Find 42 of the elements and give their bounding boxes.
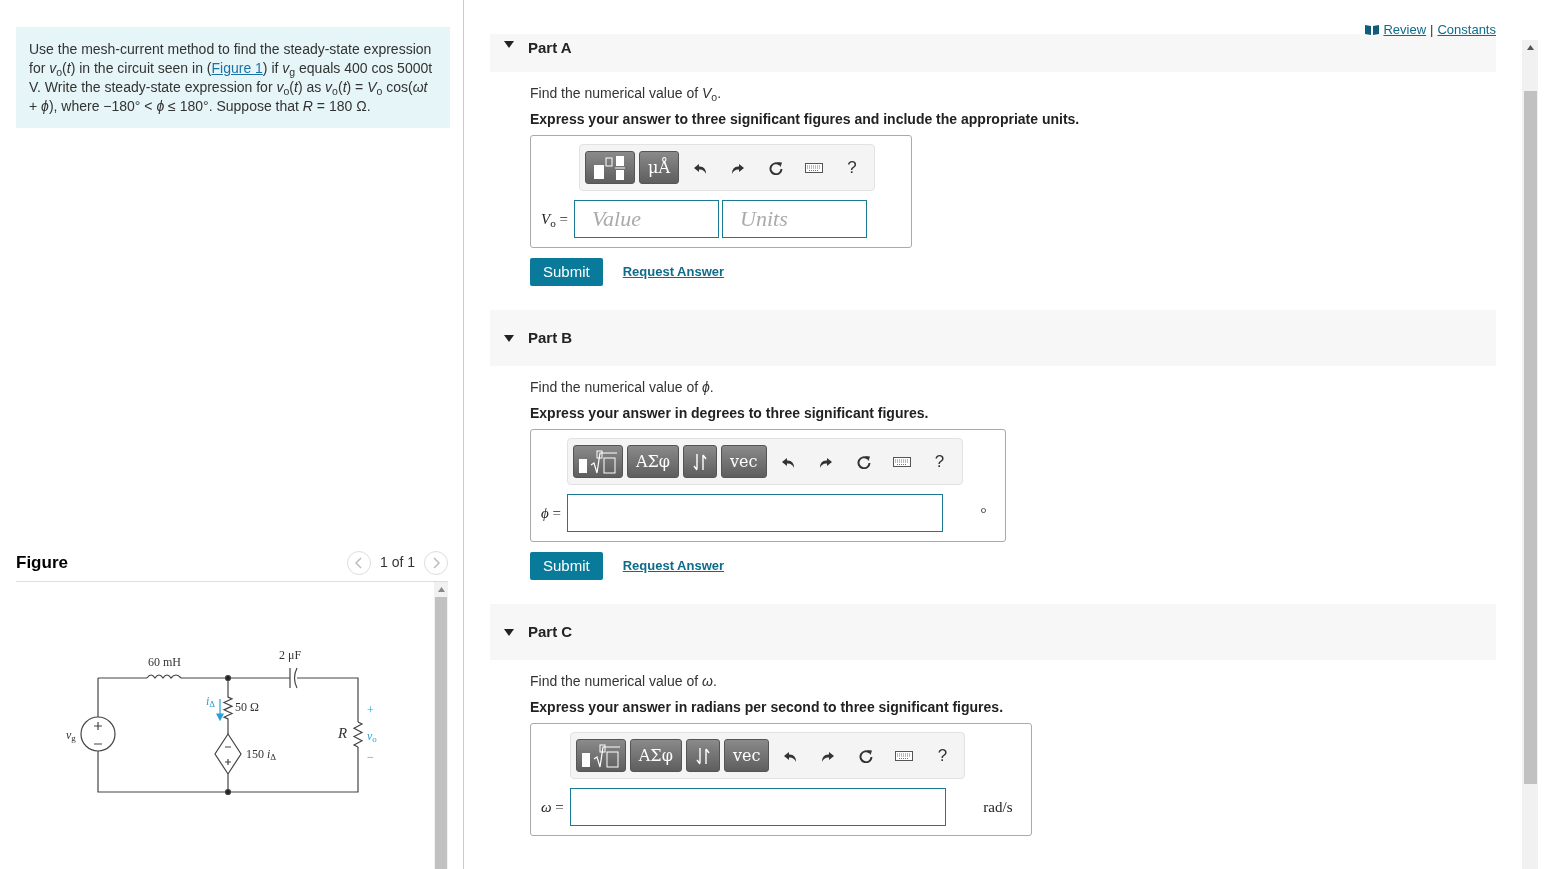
figure-heading: Figure: [16, 551, 68, 574]
answer-label: V$_{o}$ =: [541, 209, 568, 231]
symbol-button[interactable]: ΑΣφ: [629, 739, 682, 772]
capacitor-label: 2 μF: [279, 648, 302, 662]
source-label: v$_{g}$: [66, 728, 76, 742]
value-field[interactable]: Value: [574, 200, 719, 238]
symbol-button[interactable]: vec: [721, 445, 767, 478]
help-button[interactable]: ?: [834, 151, 869, 184]
source-value-label: 150 i$_{Δ}$: [246, 747, 277, 761]
question-text: Find the numerical value of ω.: [530, 672, 717, 691]
resistor-label: R: [338, 726, 348, 740]
units-field[interactable]: Units: [722, 200, 867, 238]
part-header[interactable]: Part C: [490, 604, 1496, 660]
page-counter: 1 of 1: [379, 553, 415, 572]
answer-label: ϕ =: [541, 503, 561, 523]
submit-button[interactable]: Submit: [530, 258, 603, 286]
help-button[interactable]: ?: [922, 445, 957, 478]
symbol-button[interactable]: μÅ: [639, 151, 679, 184]
problem-text: Use the mesh-current method to find the steady-state expression for v$_{o}$(t) in the circuit seen in (Figure 1) if v$_{g}$ equals 400 cos 5000t V. Write the steady-state expression for v$_{o}$(t) as v$_{o}$(t) = V$_{o}$ cos(ωt + ϕ), where −180° < ϕ ≤ 180°. Suppose that R = 180 Ω.: [16, 27, 450, 128]
request-answer-link[interactable]: Request Answer: [622, 262, 725, 282]
instruction-text: Express your answer to three significant figures and include the appropriate units.: [530, 110, 1080, 129]
question-text: Find the numerical value of ϕ.: [530, 378, 714, 397]
current-label: i$_{Δ}$: [206, 694, 216, 708]
part-header[interactable]: Part A: [490, 34, 1496, 72]
instruction-text: Express your answer in radians per second to three significant figures.: [530, 698, 1004, 717]
request-answer-link[interactable]: Request Answer: [622, 556, 725, 576]
instruction-text: Express your answer in degrees to three significant figures.: [530, 404, 929, 423]
inductor-label: 60 mH: [148, 655, 181, 669]
question-text: Find the numerical value of V$_{o}$.: [530, 84, 722, 103]
output-voltage-label: v$_{o}$: [367, 729, 377, 743]
minus-sign: −: [367, 750, 374, 764]
figure-link[interactable]: Figure 1: [211, 60, 263, 76]
help-button[interactable]: ?: [925, 739, 960, 772]
resistor-label: 50 Ω: [235, 700, 259, 714]
part-header[interactable]: Part B: [490, 310, 1496, 366]
unit-label: rad/s: [982, 797, 1013, 817]
unit-label: °: [979, 503, 987, 523]
symbol-button[interactable]: vec: [723, 739, 770, 772]
symbol-button[interactable]: ΑΣφ: [627, 445, 680, 478]
plus-sign: +: [367, 703, 374, 717]
answer-label: ω =: [541, 797, 564, 817]
submit-button[interactable]: Submit: [530, 552, 603, 580]
